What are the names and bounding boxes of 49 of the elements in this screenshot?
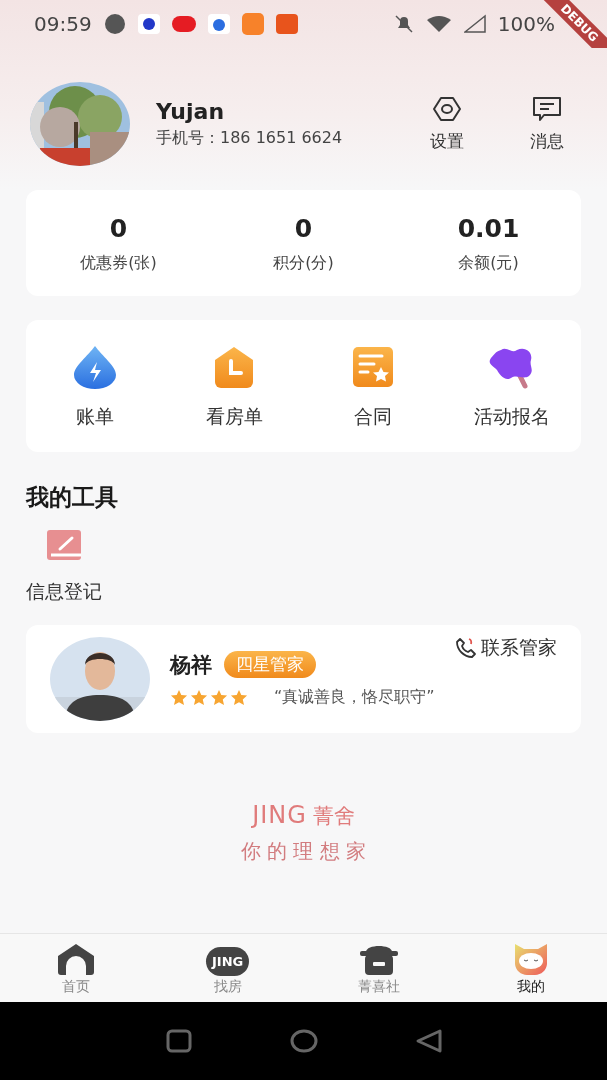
star-icon [190,688,208,706]
app-notification-icon [275,13,298,35]
app-notification-icon [241,13,264,35]
tab-item[interactable]: 我的 [455,934,607,1002]
brand-tab-icon: JING [206,947,250,976]
contact-manager-button[interactable]: 联系管家 [455,635,557,661]
phone-number: 手机号：186 1651 6624 [156,128,344,149]
settings-button[interactable]: 设置 [417,95,477,153]
messages-button[interactable]: 消息 [517,95,577,153]
recent-apps-icon[interactable] [165,1029,192,1053]
stat-item[interactable]: 0 优惠券(张) [26,214,211,274]
app-notification-icon [103,13,126,35]
tab-item[interactable]: JING 找房 [151,934,304,1002]
muted-bell-icon [393,14,414,34]
brand-logo: JING [252,801,307,829]
settings-icon [432,95,462,122]
tab-item[interactable]: 首页 [0,934,152,1002]
house-icon [55,942,96,976]
battery-percent: 100% [497,12,555,36]
manager-name: 杨祥 [170,651,212,679]
app-notification-icon [171,13,196,35]
section-title: 我的工具 [26,483,119,512]
star-icon [230,688,248,706]
shortcut-button[interactable]: 看房单 [164,344,304,430]
home-nav-icon[interactable] [289,1029,318,1053]
brand-slogan: 你 的 理 想 家 [240,838,367,865]
back-icon[interactable] [415,1029,442,1053]
shortcut-button[interactable]: 活动报名 [442,344,581,430]
tool-button[interactable]: 信息登记 [26,529,102,605]
stat-item[interactable]: 0.01 余额(元) [396,214,581,274]
pen-book-icon [46,529,82,561]
wifi-icon [425,14,452,34]
brand-name: 菁舍 [312,803,355,830]
star-icon [170,688,188,706]
signal-icon [463,14,486,34]
app-notification-icon [207,13,230,35]
user-name: Yujan [156,99,226,124]
rank-badge: 四星管家 [224,651,316,678]
shortcut-button[interactable]: 账单 [26,344,165,430]
message-icon [532,95,562,122]
shortcut-button[interactable]: 合同 [303,344,443,430]
star-icon [210,688,228,706]
phone-icon [455,637,477,659]
lightning-drop-icon [72,344,119,390]
status-time: 09:59 [34,12,92,36]
manager-motto: “真诚善良，恪尽职守” [274,686,435,708]
tab-item[interactable]: 菁喜社 [303,934,456,1002]
app-notification-icon [137,13,160,35]
stat-item[interactable]: 0 积分(分) [211,214,396,274]
